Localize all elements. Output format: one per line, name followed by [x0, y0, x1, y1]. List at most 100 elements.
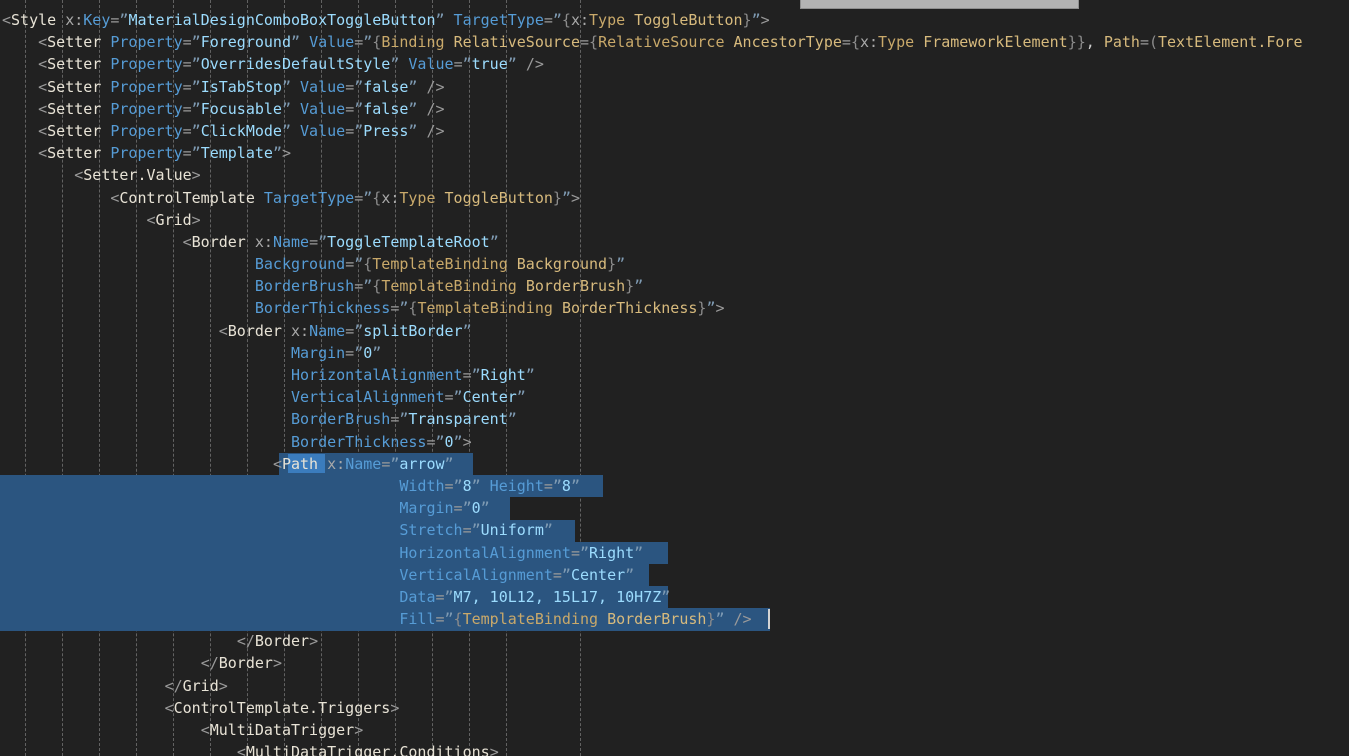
token-val: 0	[363, 343, 373, 362]
code-line[interactable]: HorizontalAlignment=”Right”	[0, 542, 1349, 564]
token-bracket: <	[38, 55, 48, 74]
code-line[interactable]: <Setter Property=”ClickMode” Value=”Pres…	[0, 120, 1349, 142]
token-attr: HorizontalAlignment	[399, 543, 571, 562]
token-bracket: <	[218, 321, 228, 340]
token-attr: BorderThickness	[254, 299, 391, 318]
token-quote: ”	[444, 454, 454, 473]
code-text-layer[interactable]: <Style x:Key=”MaterialDesignComboBoxTogg…	[0, 0, 1349, 756]
token-tag: MultiDataTrigger	[209, 721, 355, 739]
code-line[interactable]: Width=”8” Height=”8”	[0, 475, 1349, 497]
token-ns: x:	[65, 11, 84, 29]
code-line[interactable]: <ControlTemplate TargetType=”{x:Type Tog…	[0, 187, 1349, 209]
code-line[interactable]: VerticalAlignment=”Center”	[0, 564, 1349, 586]
token-bracket: >	[272, 654, 282, 673]
code-line[interactable]: <Style x:Key=”MaterialDesignComboBoxTogg…	[0, 9, 1349, 31]
token-bracket: >	[218, 676, 228, 695]
code-line[interactable]: Stretch=”Uniform”	[0, 519, 1349, 541]
code-line[interactable]: <Setter Property=”Template”>	[0, 142, 1349, 164]
code-line[interactable]: Data=”M7, 10L12, 15L17, 10H7Z”	[0, 586, 1349, 608]
token-quote: ”	[462, 321, 472, 340]
token-bracket: />	[426, 99, 445, 118]
token-mprop: Background	[516, 255, 608, 274]
token-ns: x:	[570, 11, 590, 29]
token-attr: Name	[272, 232, 310, 251]
token-attr: Property	[110, 33, 183, 52]
code-line[interactable]: </Grid>	[0, 675, 1349, 697]
token-val: Press	[363, 121, 409, 140]
code-line[interactable]: Margin=”0”	[0, 497, 1349, 519]
code-line[interactable]: Margin=”0”	[0, 342, 1349, 364]
code-line[interactable]: BorderThickness=”0”>	[0, 431, 1349, 453]
intellisense-tooltip-popup[interactable]	[800, 0, 1079, 9]
token-bracket: =	[444, 476, 454, 495]
token-mext: TemplateBinding	[417, 299, 553, 318]
code-line[interactable]: Fill=”{TemplateBinding BorderBrush}” />	[0, 608, 1349, 630]
token-tag: ControlTemplate	[119, 188, 255, 207]
code-line[interactable]: <MultiDataTrigger>	[0, 719, 1349, 741]
code-line[interactable]: <ControlTemplate.Triggers>	[0, 697, 1349, 719]
code-line[interactable]: </Border>	[0, 652, 1349, 674]
code-line[interactable]: BorderBrush=”{TemplateBinding BorderBrus…	[0, 275, 1349, 297]
code-line[interactable]: BorderThickness=”{TemplateBinding Border…	[0, 297, 1349, 319]
code-line[interactable]: HorizontalAlignment=”Right”	[0, 364, 1349, 386]
token-bracket: >	[715, 299, 725, 318]
token-ns: x:	[291, 321, 310, 340]
token-mprop: TextElement.Fore	[1158, 33, 1303, 52]
token-attr: TargetType	[263, 188, 355, 207]
token-quote: ”	[354, 99, 364, 118]
token-quote: ”	[435, 432, 445, 451]
token-bracket: =	[435, 587, 445, 606]
code-line[interactable]: Background=”{TemplateBinding Background}…	[0, 253, 1349, 275]
token-quote: ”	[552, 11, 562, 29]
code-line[interactable]: </Border>	[0, 630, 1349, 652]
token-val: Center	[462, 388, 517, 407]
code-line[interactable]: <Border x:Name=”ToggleTemplateRoot”	[0, 231, 1349, 253]
code-line[interactable]: <Border x:Name=”splitBorder”	[0, 320, 1349, 342]
token-tag: Setter	[47, 33, 102, 52]
token-brace: {	[372, 188, 382, 207]
token-bracket: />	[426, 77, 445, 96]
code-line[interactable]: <Setter Property=”Foreground” Value=”{Bi…	[0, 31, 1349, 53]
token-val: true	[471, 55, 508, 74]
code-line[interactable]: <Setter Property=”IsTabStop” Value=”fals…	[0, 76, 1349, 98]
token-quote: ”	[634, 543, 644, 562]
token-val: ClickMode	[200, 121, 282, 140]
token-bracket: =	[345, 255, 355, 274]
token-brace: }	[607, 255, 617, 274]
code-line[interactable]: <MultiDataTrigger.Conditions>	[0, 741, 1349, 756]
token-bracket: =	[354, 188, 364, 207]
token-bracket: <	[38, 121, 48, 140]
token-val: ToggleTemplateRoot	[327, 232, 490, 251]
token-val: Center	[570, 565, 626, 584]
code-line[interactable]: <Grid>	[0, 209, 1349, 231]
token-mprop: BorderBrush	[607, 610, 707, 629]
token-bracket: <	[38, 99, 48, 118]
token-val: 0	[444, 432, 454, 451]
code-line[interactable]: <Path x:Name=”arrow”	[0, 453, 1349, 475]
token-bracket: <	[146, 210, 156, 229]
code-line[interactable]: <Setter Property=”Focusable” Value=”fals…	[0, 98, 1349, 120]
code-line[interactable]: <Setter Property=”OverridesDefaultStyle”…	[0, 53, 1349, 75]
code-line[interactable]: VerticalAlignment=”Center”	[0, 386, 1349, 408]
token-mprop: AncestorType	[733, 33, 842, 52]
code-line[interactable]: <Setter.Value>	[0, 164, 1349, 186]
code-line[interactable]: BorderBrush=”Transparent”	[0, 408, 1349, 430]
token-quote: ”	[453, 432, 463, 451]
token-quote: ”	[291, 33, 301, 52]
token-ns: x:	[254, 232, 273, 251]
code-editor[interactable]: <Style x:Key=”MaterialDesignComboBoxTogg…	[0, 0, 1349, 756]
token-attr: Value	[408, 55, 454, 74]
